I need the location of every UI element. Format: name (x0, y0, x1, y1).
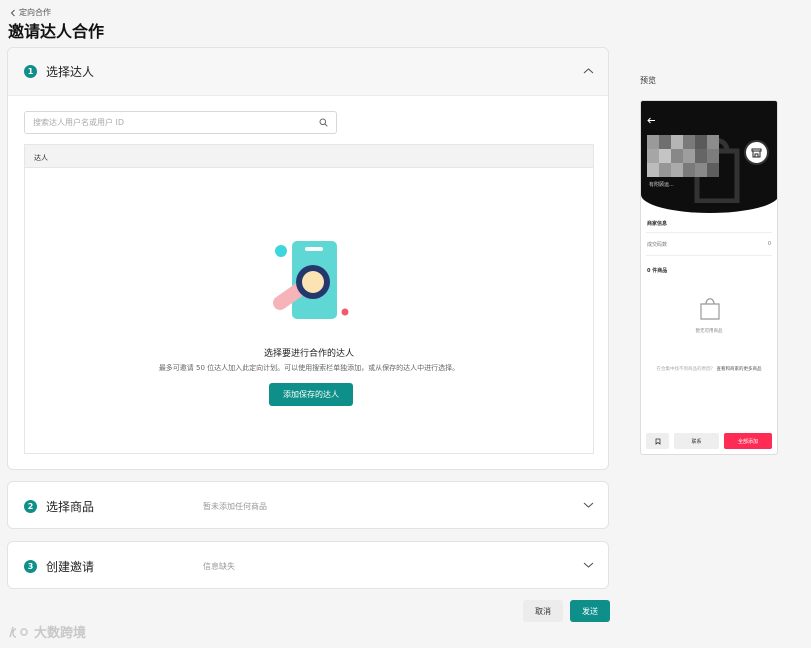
chevron-down-icon[interactable] (583, 561, 594, 569)
divider (646, 255, 772, 256)
products-count: 0 件商品 (647, 268, 668, 274)
magnifier-phone-illustration (273, 241, 349, 319)
products-note: 在合集中找不到商品的原因？ 查看和商家的更多商品 (651, 367, 767, 373)
step-title-2: 选择商品 (46, 499, 95, 514)
table-header-creator: 达人 (25, 145, 593, 168)
back-link[interactable]: 定向合作 (10, 7, 51, 18)
bookmark-button[interactable] (646, 433, 669, 449)
page-title: 邀请达人合作 (8, 22, 105, 41)
step-card-select-creators: 1 选择达人 搜索达人用户名或用户 ID 达人 选择要进行合作的达人 最多可邀请… (7, 47, 609, 470)
step-card-create-invitation: 3 创建邀请 信息缺失 (7, 541, 609, 589)
watermark: 大数跨境 (8, 622, 86, 641)
watermark-logo-icon (9, 626, 28, 638)
preview-label: 预览 (640, 76, 656, 85)
search-placeholder: 搜索达人用户名或用户 ID (33, 118, 125, 127)
add-saved-creators-button[interactable]: 添加保存的达人 (269, 383, 353, 406)
products-note-text: 在合集中找不到商品的原因？ (656, 367, 716, 372)
sales-value: 0 (767, 241, 771, 247)
phone-preview: 有附顾运... 商家信息 成交码数 0 0 件商品 暂无可用商品 在合集中找不到… (640, 100, 778, 455)
merchant-info-label: 商家信息 (647, 221, 668, 227)
add-all-button[interactable]: 全部添加 (724, 433, 772, 449)
empty-state-description: 最多可邀请 50 位达人加入此定向计划。可以使用搜索栏单独添加，或从保存的达人中… (158, 364, 460, 372)
divider (646, 232, 772, 233)
step-subtitle-3: 信息缺失 (203, 561, 235, 571)
step-subtitle-2: 暂未添加任何商品 (203, 501, 267, 511)
shop-name: 有附顾运... (649, 182, 674, 188)
search-icon[interactable] (319, 118, 328, 127)
chevron-left-icon (10, 9, 15, 16)
step-number-3: 3 (24, 559, 37, 573)
step-number-1: 1 (24, 65, 37, 78)
cancel-button[interactable]: 取消 (523, 600, 563, 622)
step-header-3[interactable]: 3 创建邀请 信息缺失 (8, 542, 608, 590)
step-title-1: 选择达人 (46, 65, 95, 79)
preview-footer: 联系 全部添加 (646, 433, 772, 449)
watermark-text: 大数跨境 (34, 626, 87, 641)
chevron-up-icon[interactable] (583, 67, 594, 75)
store-button[interactable] (744, 140, 769, 165)
search-input[interactable]: 搜索达人用户名或用户 ID (24, 111, 337, 134)
bookmark-icon (655, 438, 660, 445)
empty-products-text: 暂无可用商品 (695, 329, 723, 334)
step-header-2[interactable]: 2 选择商品 暂未添加任何商品 (8, 482, 608, 530)
empty-state-title: 选择要进行合作的达人 (263, 349, 354, 359)
step-header-1[interactable]: 1 选择达人 (8, 48, 608, 96)
store-icon (751, 148, 762, 157)
back-link-label: 定向合作 (19, 8, 51, 17)
creators-table: 达人 选择要进行合作的达人 最多可邀请 50 位达人加入此定向计划。可以使用搜索… (24, 144, 594, 454)
shop-banner: 有附顾运... (641, 101, 777, 213)
step-title-3: 创建邀请 (46, 559, 95, 574)
more-products-link[interactable]: 查看和商家的更多商品 (716, 367, 761, 372)
arrow-left-icon[interactable] (647, 117, 656, 124)
blurred-avatar (647, 135, 719, 177)
sales-label: 成交码数 (647, 242, 668, 248)
step-card-select-products: 2 选择商品 暂未添加任何商品 (7, 481, 609, 529)
contact-button[interactable]: 联系 (674, 433, 719, 449)
send-button[interactable]: 发送 (570, 600, 610, 622)
chevron-down-icon[interactable] (583, 501, 594, 509)
shopping-bag-icon (700, 298, 720, 320)
step-number-2: 2 (24, 499, 37, 513)
